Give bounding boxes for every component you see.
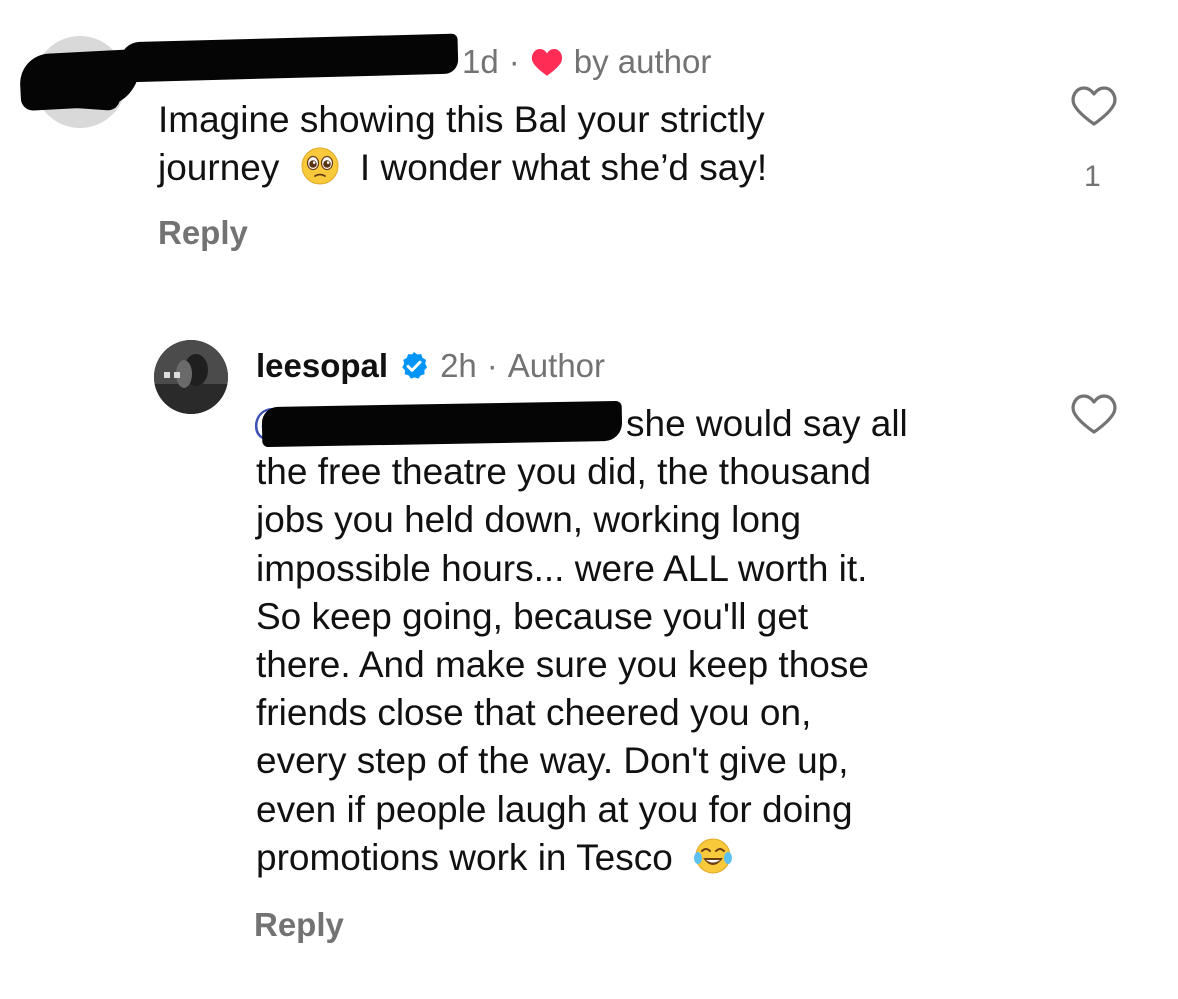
author-role-label: Author [507,347,606,384]
comment-text-fragment: journey [158,147,280,188]
comment-text-line: promotions work in Tesco [256,834,1016,882]
comment-text-fragment: I wonder what she’d say! [359,147,768,188]
like-count[interactable]: 1 [1084,160,1101,194]
comment-text-line: every step of the way. Don't give up, [256,740,849,782]
reply-button[interactable]: Reply [254,906,344,944]
author-avatar[interactable] [154,340,228,414]
comment-text-line: she would say all [256,400,1016,448]
comment-meta: leesopal 2h · Author [256,344,605,388]
pleading-face-emoji-icon [301,147,339,185]
comment-text-line: jobs you held down, working long [256,499,802,541]
comment-text-line: the free theatre you did, the thousand [256,451,872,493]
verified-badge-icon [402,352,428,379]
liked-by-author-label: by author [573,43,712,80]
comment-text-line: Imagine showing this Bal your strictly [158,99,765,140]
comment-text-line: So keep going, because you'll get [256,595,809,637]
comment-text-line: even if people laugh at you for doing [256,788,853,830]
comment-text: Imagine showing this Bal your strictly j… [158,96,918,192]
reply-button[interactable]: Reply [158,214,248,252]
meta-separator: · [486,347,498,384]
comment-timestamp: 2h [440,347,477,384]
heart-filled-icon [531,49,562,76]
comment-text-line: there. And make sure you keep those [256,644,869,686]
comment-text-fragment: promotions work in Tesco [256,836,673,878]
heart-outline-icon[interactable] [1070,392,1118,436]
author-username[interactable]: leesopal [256,347,388,385]
comment-text-fragment: she would say all [626,403,908,444]
tears-of-joy-emoji-icon [694,838,733,874]
heart-outline-icon[interactable] [1070,84,1118,128]
comment-text: she would say all the free theatre you d… [256,400,1016,882]
redacted-username [119,33,459,83]
meta-separator: · [508,43,520,80]
comment-text-line: impossible hours... were ALL worth it. [256,547,868,589]
comment-timestamp: 1d [462,43,499,80]
avatar-photo-icon [154,340,228,414]
comment-text-line: journey I wonder what she’d say! [158,144,918,192]
comment-meta: 1d · by author [462,40,711,84]
comment-text-line: friends close that cheered you on, [256,692,812,734]
